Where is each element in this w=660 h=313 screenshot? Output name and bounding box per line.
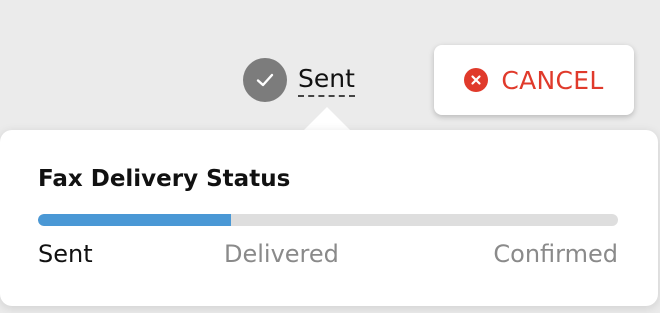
step-delivered: Delivered (224, 240, 339, 268)
fax-status-screen: Sent CANCEL Fax Delivery Status Sent Del… (0, 0, 660, 313)
cancel-button-label: CANCEL (501, 65, 604, 95)
close-circle-icon (464, 68, 489, 92)
progress-fill (38, 214, 232, 226)
check-icon (243, 58, 287, 102)
status-trigger[interactable]: Sent (243, 57, 355, 103)
status-label[interactable]: Sent (298, 64, 355, 97)
step-confirmed: Confirmed (493, 240, 618, 268)
popover-arrow (303, 107, 351, 131)
cancel-button[interactable]: CANCEL (434, 45, 634, 115)
step-sent: Sent (38, 240, 93, 268)
progress-bar (38, 214, 618, 226)
delivery-status-popover: Fax Delivery Status Sent Delivered Confi… (0, 130, 658, 306)
popover-title: Fax Delivery Status (38, 166, 291, 192)
